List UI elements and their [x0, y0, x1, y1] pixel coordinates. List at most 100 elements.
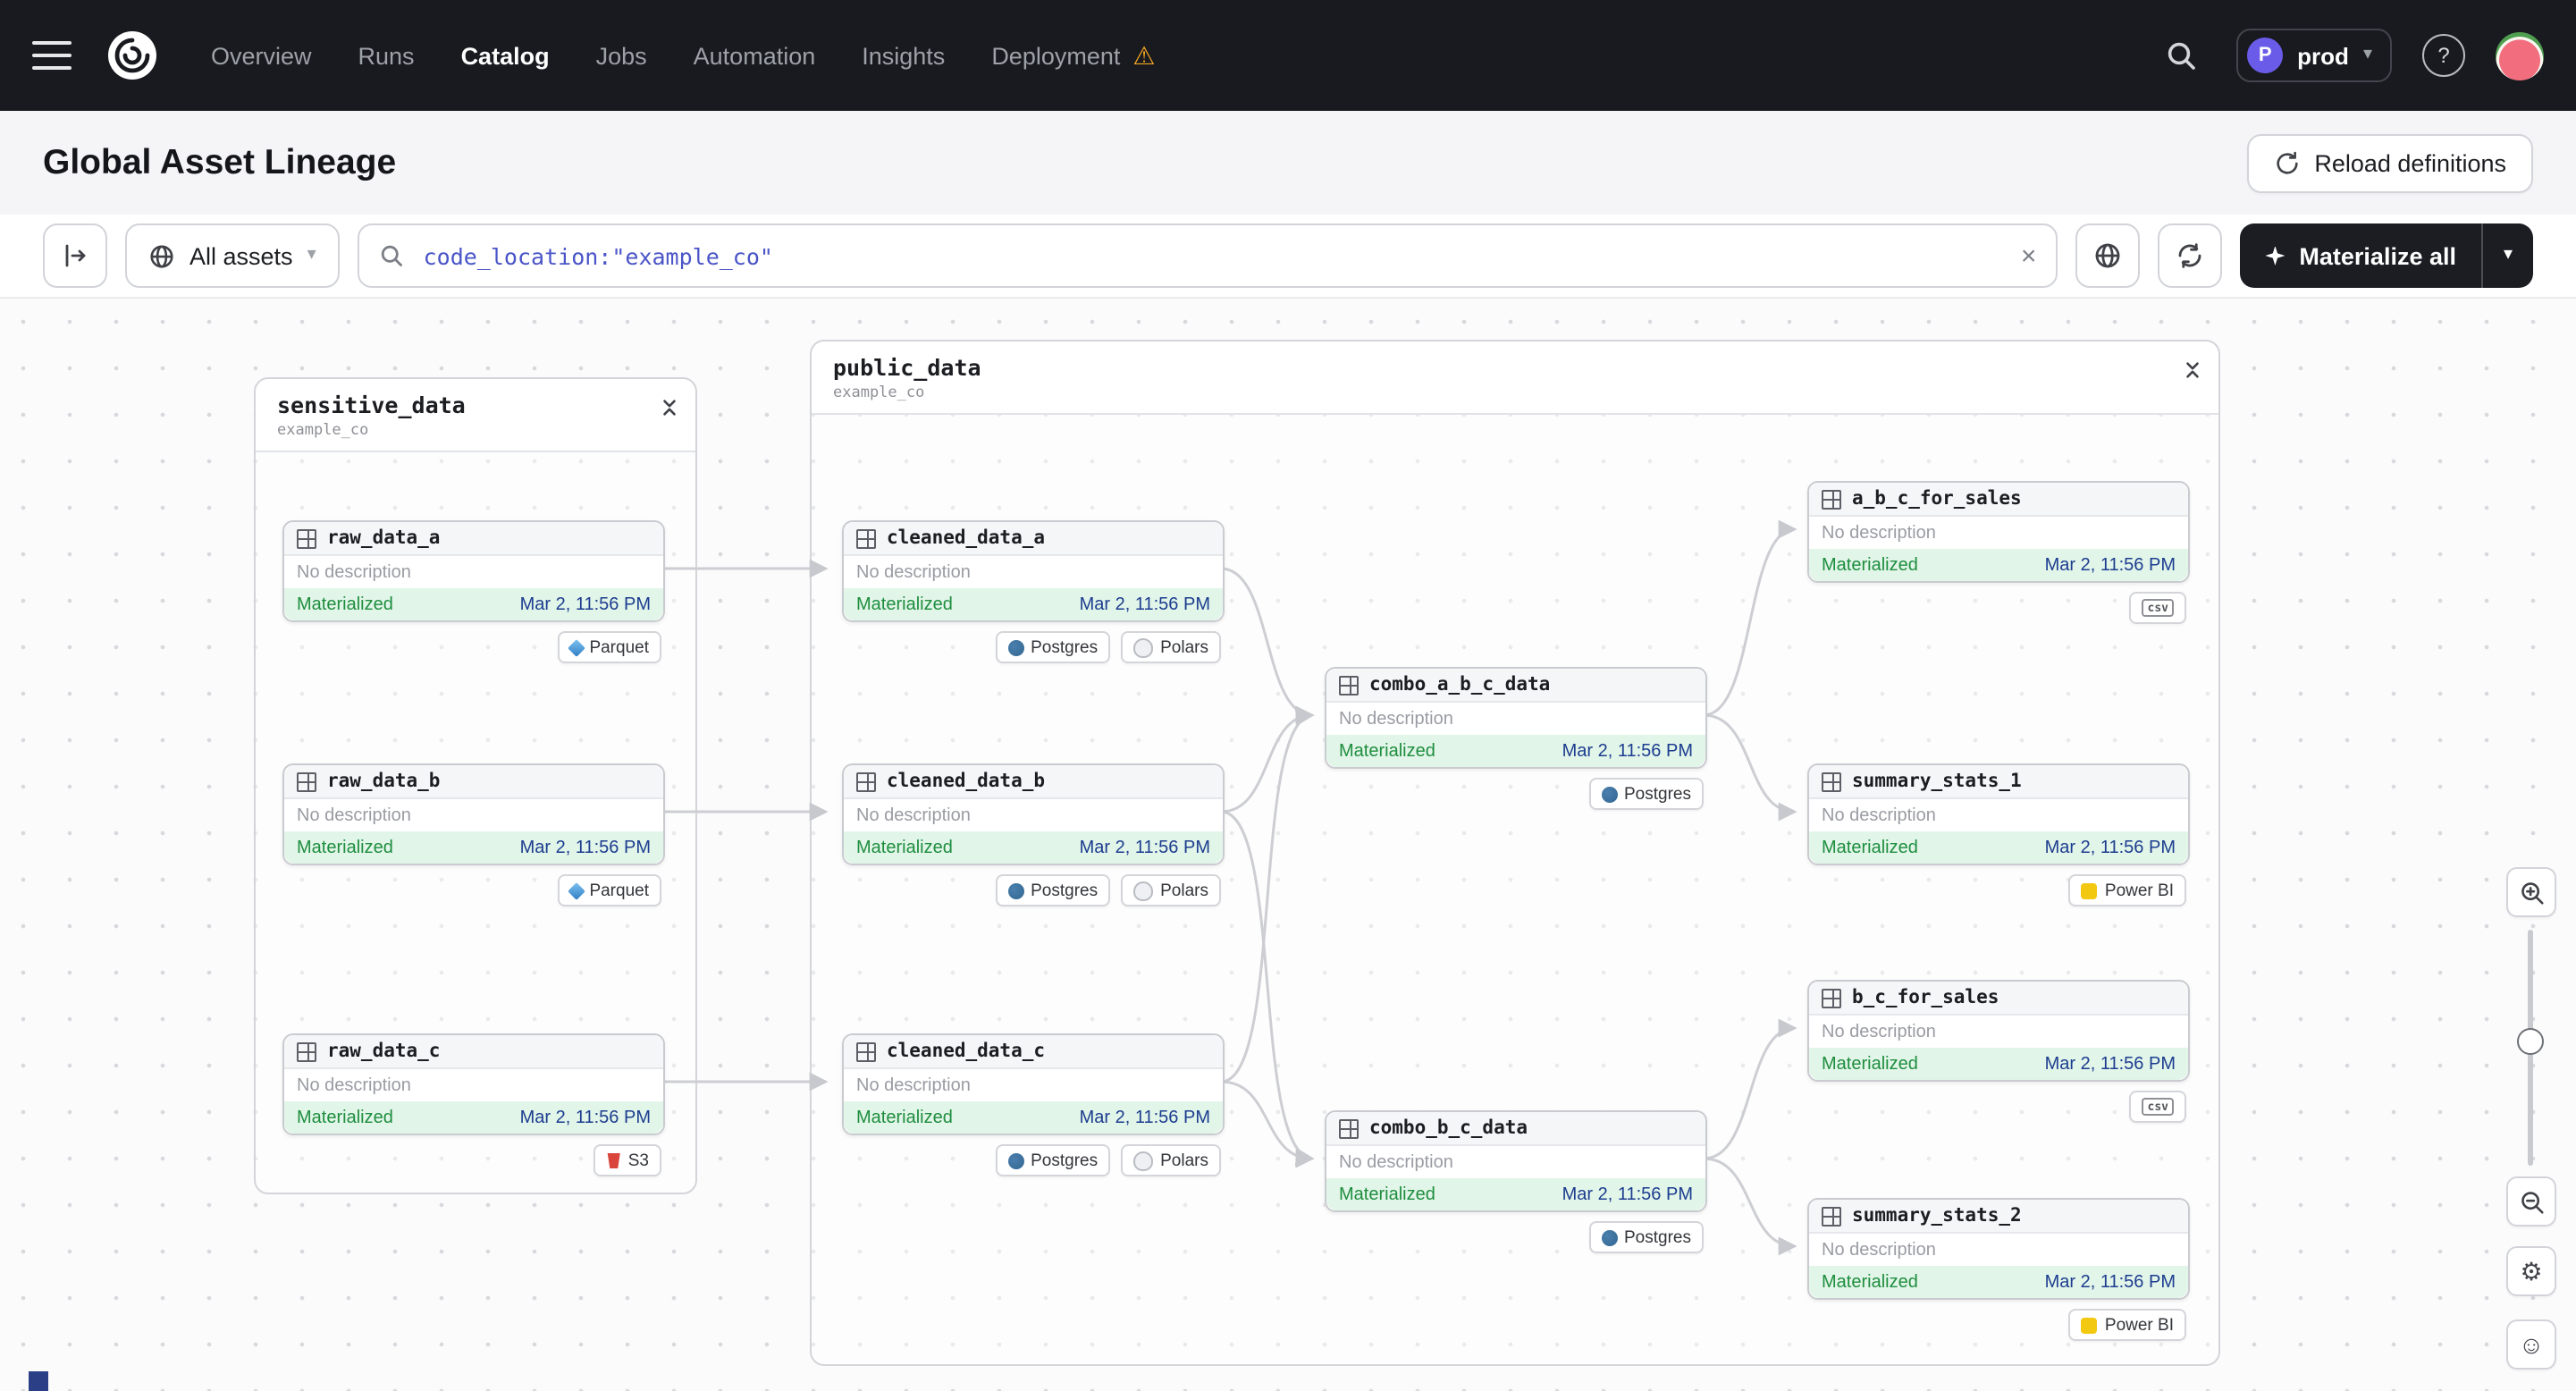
- nav-link-catalog[interactable]: Catalog: [461, 42, 550, 69]
- asset-timestamp: Mar 2, 11:56 PM: [519, 594, 651, 614]
- asset-status: Materialized: [856, 1108, 953, 1127]
- sparkle-icon: [2265, 246, 2286, 266]
- asset-node-raw_data_c[interactable]: raw_data_c No description Materialized Ma…: [282, 1033, 665, 1135]
- table-icon: [297, 1041, 316, 1061]
- asset-name: cleaned_data_a: [887, 527, 1046, 549]
- tag-postgres[interactable]: Postgres: [1588, 1221, 1704, 1253]
- table-icon: [856, 1041, 876, 1061]
- asset-timestamp: Mar 2, 11:56 PM: [1079, 594, 1210, 614]
- asset-timestamp: Mar 2, 11:56 PM: [2044, 838, 2176, 857]
- tag-power-bi[interactable]: Power BI: [2068, 1309, 2186, 1341]
- gear-icon: ⚙: [2520, 1256, 2543, 1285]
- asset-filter-dropdown[interactable]: All assets ▾: [125, 223, 340, 288]
- asset-node-a_b_c_for_sales[interactable]: a_b_c_for_sales No description Materiali…: [1807, 481, 2190, 583]
- asset-description: No description: [297, 562, 411, 582]
- materialize-all-button[interactable]: Materialize all: [2240, 223, 2481, 288]
- tag-power-bi[interactable]: Power BI: [2068, 874, 2186, 906]
- asset-timestamp: Mar 2, 11:56 PM: [2044, 1054, 2176, 1074]
- asset-node-raw_data_a[interactable]: raw_data_a No description Materialized Ma…: [282, 520, 665, 622]
- help-icon[interactable]: ?: [2422, 34, 2465, 77]
- asset-status: Materialized: [297, 838, 393, 857]
- zoom-slider-thumb[interactable]: [2517, 1028, 2544, 1055]
- tag-csv[interactable]: csv: [2129, 1091, 2186, 1123]
- clear-search-icon[interactable]: ×: [2021, 242, 2037, 269]
- table-icon: [1822, 771, 1841, 791]
- lineage-canvas[interactable]: sensitive_data example_co public_data ex…: [0, 299, 2576, 1391]
- tag-s3[interactable]: S3: [593, 1144, 661, 1176]
- asset-status: Materialized: [1822, 555, 1918, 575]
- group-title: public_data: [833, 354, 981, 381]
- tag-postgres[interactable]: Postgres: [995, 631, 1111, 663]
- asset-status: Materialized: [856, 838, 953, 857]
- asset-name: summary_stats_1: [1852, 771, 2022, 792]
- nav-link-jobs[interactable]: Jobs: [596, 42, 647, 69]
- dagster-logo-icon[interactable]: [100, 23, 164, 88]
- tag-parquet[interactable]: Parquet: [557, 874, 661, 906]
- collapse-group-icon[interactable]: [660, 395, 679, 427]
- tag-csv[interactable]: csv: [2129, 592, 2186, 624]
- nav-link-deployment[interactable]: Deployment ⚠: [991, 42, 1155, 69]
- postgres-icon: [1007, 882, 1024, 898]
- parquet-icon: [567, 638, 585, 656]
- avatar[interactable]: [2496, 31, 2544, 80]
- materialize-all-caret-button[interactable]: ▾: [2481, 223, 2533, 288]
- asset-node-cleaned_data_b[interactable]: cleaned_data_b No description Materializ…: [842, 763, 1225, 865]
- asset-node-summary_stats_1[interactable]: summary_stats_1 No description Materiali…: [1807, 763, 2190, 865]
- tag-parquet[interactable]: Parquet: [557, 631, 661, 663]
- tag-polars[interactable]: Polars: [1121, 874, 1221, 906]
- asset-timestamp: Mar 2, 11:56 PM: [1079, 1108, 1210, 1127]
- nav-link-automation[interactable]: Automation: [694, 42, 816, 69]
- asset-node-cleaned_data_c[interactable]: cleaned_data_c No description Materializ…: [842, 1033, 1225, 1135]
- menu-icon[interactable]: [32, 41, 72, 70]
- reload-definitions-button[interactable]: Reload definitions: [2246, 133, 2533, 192]
- graph-settings-button[interactable]: ⚙: [2506, 1246, 2556, 1296]
- graph-settings-globe-button[interactable]: [2075, 223, 2141, 288]
- nav-link-overview[interactable]: Overview: [211, 42, 312, 69]
- asset-node-cleaned_data_a[interactable]: cleaned_data_a No description Materializ…: [842, 520, 1225, 622]
- collapse-group-icon[interactable]: [2183, 358, 2202, 390]
- tag-polars[interactable]: Polars: [1121, 631, 1221, 663]
- asset-timestamp: Mar 2, 11:56 PM: [1079, 838, 1210, 857]
- asset-filter-label: All assets: [189, 242, 293, 269]
- asset-timestamp: Mar 2, 11:56 PM: [1562, 741, 1693, 761]
- table-icon: [1822, 1206, 1841, 1226]
- tag-postgres[interactable]: Postgres: [995, 1144, 1111, 1176]
- tag-polars[interactable]: Polars: [1121, 1144, 1221, 1176]
- nav-links: Overview Runs Catalog Jobs Automation In…: [211, 42, 1156, 69]
- search-icon[interactable]: [2156, 30, 2206, 80]
- zoom-out-button[interactable]: [2506, 1176, 2556, 1227]
- polars-icon: [1133, 1151, 1154, 1170]
- table-icon: [1822, 988, 1841, 1007]
- asset-node-b_c_for_sales[interactable]: b_c_for_sales No description Materialize…: [1807, 980, 2190, 1082]
- asset-node-summary_stats_2[interactable]: summary_stats_2 No description Materiali…: [1807, 1198, 2190, 1300]
- feedback-button[interactable]: ☺: [2506, 1319, 2556, 1370]
- asset-name: raw_data_c: [327, 1041, 441, 1062]
- asset-timestamp: Mar 2, 11:56 PM: [2044, 555, 2176, 575]
- table-icon: [856, 771, 876, 791]
- toggle-sidebar-button[interactable]: [43, 223, 107, 288]
- asset-description: No description: [856, 1075, 971, 1095]
- warning-icon: ⚠: [1132, 41, 1156, 70]
- nav-link-runs[interactable]: Runs: [358, 42, 415, 69]
- asset-node-raw_data_b[interactable]: raw_data_b No description Materialized Ma…: [282, 763, 665, 865]
- tag-postgres[interactable]: Postgres: [995, 874, 1111, 906]
- reload-definitions-label: Reload definitions: [2314, 149, 2506, 176]
- asset-name: raw_data_a: [327, 527, 441, 549]
- nav-link-insights[interactable]: Insights: [862, 42, 945, 69]
- chevron-down-icon: ▾: [307, 245, 316, 265]
- asset-node-combo_b_c_data[interactable]: combo_b_c_data No description Materializ…: [1325, 1110, 1707, 1212]
- asset-search-box[interactable]: ×: [357, 223, 2058, 288]
- asset-name: combo_a_b_c_data: [1369, 674, 1551, 696]
- asset-timestamp: Mar 2, 11:56 PM: [1562, 1184, 1693, 1204]
- refresh-button[interactable]: [2158, 223, 2223, 288]
- deployment-switcher[interactable]: P prod ▾: [2236, 29, 2392, 82]
- table-icon: [1339, 675, 1359, 695]
- search-input[interactable]: [419, 240, 2005, 271]
- table-icon: [1822, 489, 1841, 509]
- navbar-right: P prod ▾ ?: [2156, 29, 2544, 82]
- lineage-toolbar: All assets ▾ × Materialize all ▾: [0, 215, 2576, 299]
- asset-status: Materialized: [297, 1108, 393, 1127]
- zoom-in-button[interactable]: [2506, 867, 2556, 917]
- asset-node-combo_a_b_c_data[interactable]: combo_a_b_c_data No description Material…: [1325, 667, 1707, 769]
- tag-postgres[interactable]: Postgres: [1588, 778, 1704, 810]
